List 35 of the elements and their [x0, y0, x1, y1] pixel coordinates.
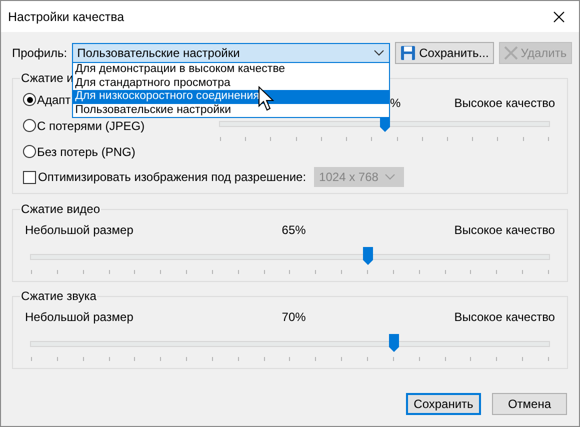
dropdown-option[interactable]: Для демонстрации в высоком качестве — [73, 63, 390, 76]
slider-value: 65% — [282, 223, 306, 237]
close-icon — [504, 46, 518, 60]
chevron-down-icon — [374, 50, 384, 56]
mouse-cursor-icon — [258, 86, 276, 112]
dropdown-option[interactable]: Для стандартного просмотра — [73, 76, 390, 90]
cancel-button[interactable]: Отмена — [492, 393, 567, 415]
save-button[interactable]: Сохранить — [406, 393, 481, 415]
profile-label: Профиль: — [12, 46, 68, 60]
group-title: Сжатие видео — [20, 202, 102, 216]
slider-label: Высокое качество — [454, 96, 555, 110]
slider-label: Высокое качество — [454, 223, 555, 237]
radio-button[interactable] — [23, 145, 36, 158]
slider-thumb[interactable] — [388, 334, 399, 352]
profile-dropdown[interactable]: Пользовательские настройки — [72, 43, 390, 63]
dropdown-option[interactable]: Пользовательские настройки — [73, 104, 390, 117]
checkbox-label: Оптимизировать изображения под разрешение: — [38, 170, 306, 184]
slider-thumb[interactable] — [362, 247, 373, 265]
slider-value: % — [390, 96, 401, 110]
slider-value: 70% — [282, 310, 306, 324]
dropdown-option[interactable]: Для низкоскоростного соединения — [73, 90, 390, 104]
save-profile-button[interactable]: Сохранить... — [395, 42, 494, 64]
close-icon[interactable] — [553, 10, 565, 22]
group-title: Сжатие звука — [20, 289, 98, 303]
radio-label: Без потерь (PNG) — [37, 144, 136, 158]
slider-label: Высокое качество — [454, 310, 555, 324]
slider-label: Небольшой размер — [25, 223, 134, 237]
radio-button[interactable] — [23, 119, 36, 132]
radio-button[interactable] — [23, 93, 36, 106]
radio-label: С потерями (JPEG) — [37, 118, 145, 132]
slider-label: Небольшой размер — [25, 310, 134, 324]
checkbox[interactable] — [23, 170, 36, 184]
radio-label: Адапт — [37, 92, 71, 106]
chevron-down-icon — [385, 174, 396, 180]
window-title: Настройки качества — [8, 10, 124, 24]
